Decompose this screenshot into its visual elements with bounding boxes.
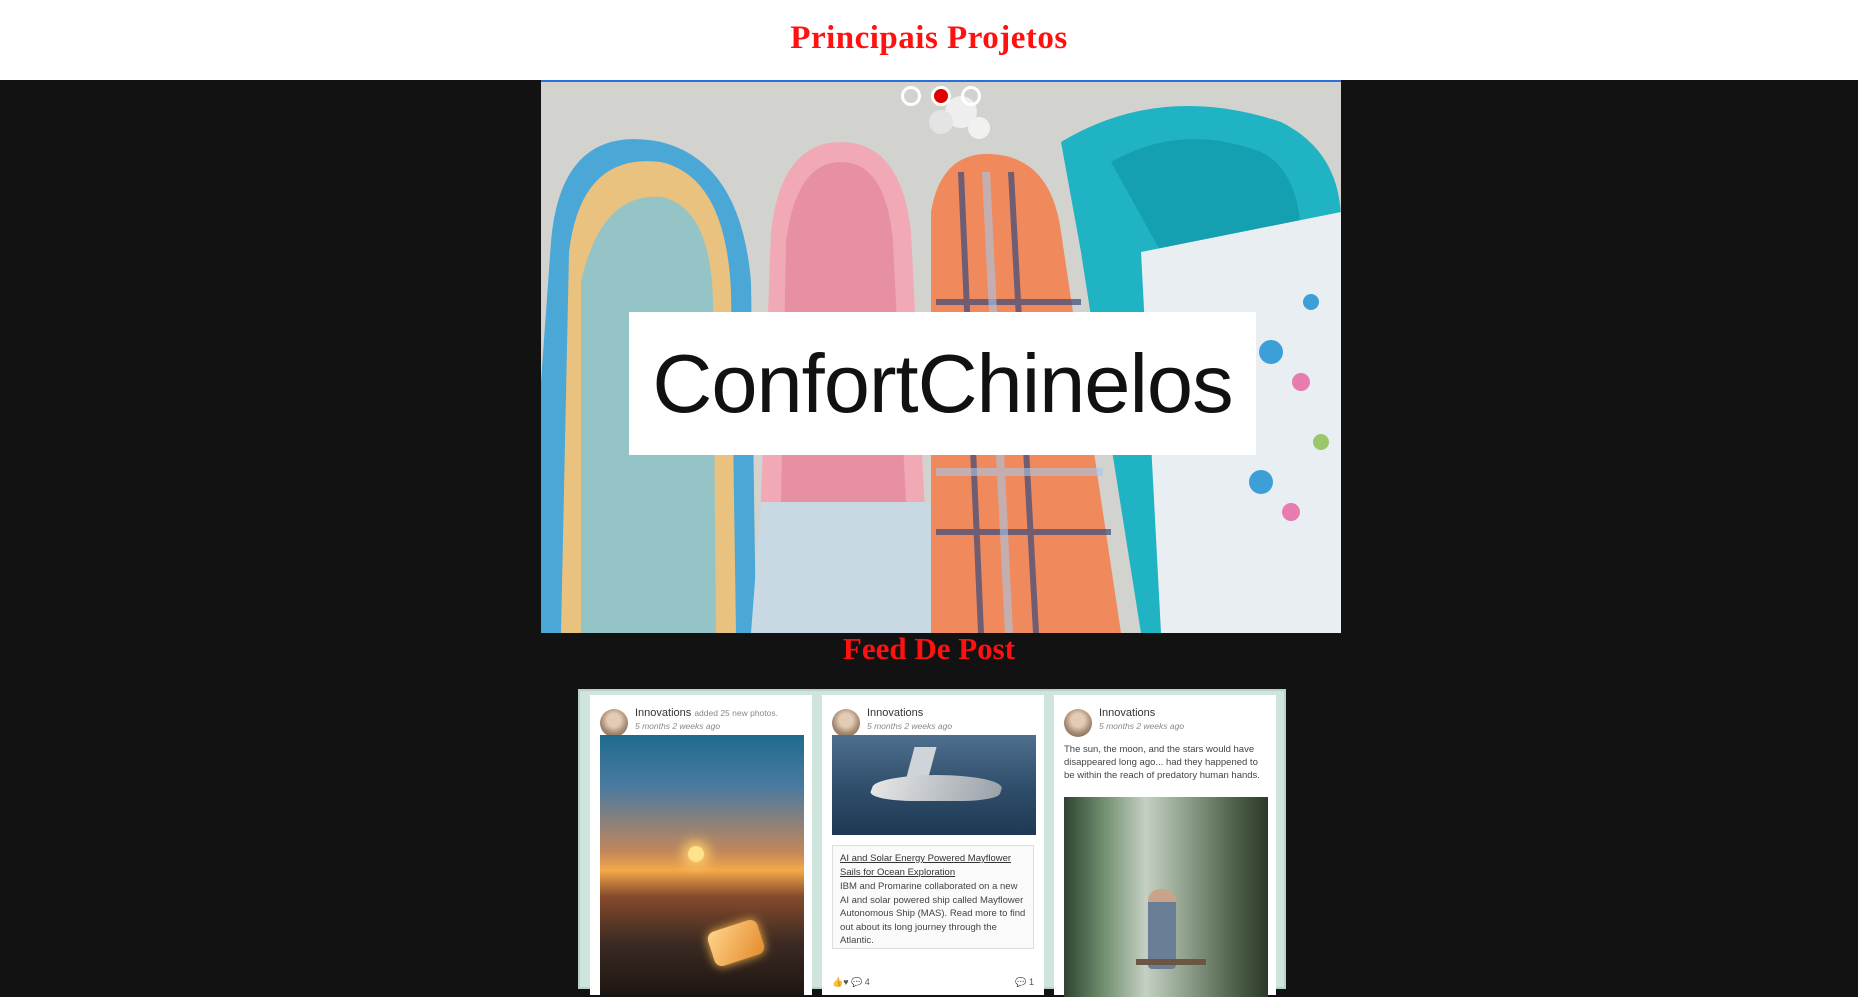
post-author[interactable]: Innovations bbox=[1099, 707, 1155, 719]
avatar bbox=[1064, 709, 1092, 737]
carousel-dot-2[interactable] bbox=[931, 86, 951, 106]
person-shape bbox=[1148, 889, 1176, 969]
carousel-dot-3[interactable] bbox=[961, 86, 981, 106]
brand-label: ConfortChinelos bbox=[629, 312, 1256, 455]
post-image-sunset[interactable] bbox=[600, 735, 804, 995]
carousel-dot-1[interactable] bbox=[901, 86, 921, 106]
link-body: IBM and Promarine collaborated on a new … bbox=[840, 881, 1026, 946]
sun-shape bbox=[688, 846, 704, 862]
link-preview-card[interactable]: AI and Solar Energy Powered Mayflower Sa… bbox=[832, 845, 1034, 949]
brand-text: ConfortChinelos bbox=[652, 336, 1233, 430]
post-author-line: Innovations added 25 new photos. bbox=[635, 707, 778, 719]
post-author[interactable]: Innovations bbox=[635, 707, 691, 719]
post-stats: 👍♥ 💬 4 💬 1 bbox=[832, 977, 1034, 988]
swing-seat bbox=[1136, 959, 1206, 965]
avatar bbox=[600, 709, 628, 737]
post-header: Innovations 5 months 2 weeks ago bbox=[1054, 695, 1276, 743]
boat-hull bbox=[867, 775, 1007, 801]
carousel-indicators bbox=[541, 86, 1341, 106]
post-time: 5 months 2 weeks ago bbox=[1099, 721, 1185, 731]
post-text: The sun, the moon, and the stars would h… bbox=[1064, 744, 1260, 781]
post-time: 5 months 2 weeks ago bbox=[635, 721, 721, 731]
post-action: added 25 new photos. bbox=[694, 708, 778, 718]
page-title: Principais Projetos bbox=[790, 20, 1068, 56]
header-bar: Principais Projetos bbox=[0, 0, 1858, 80]
feed-title: Feed De Post bbox=[842, 631, 1016, 666]
feed-post[interactable]: Innovations 5 months 2 weeks ago AI and … bbox=[822, 695, 1044, 995]
comments-count[interactable]: 💬 1 bbox=[1015, 977, 1034, 988]
feed-post[interactable]: Innovations 5 months 2 weeks ago The sun… bbox=[1054, 695, 1276, 997]
feed-post[interactable]: Innovations added 25 new photos. 5 month… bbox=[590, 695, 812, 995]
post-image-swing[interactable] bbox=[1064, 797, 1268, 997]
post-time: 5 months 2 weeks ago bbox=[867, 721, 953, 731]
post-feed: Innovations added 25 new photos. 5 month… bbox=[578, 689, 1286, 997]
post-author[interactable]: Innovations bbox=[867, 707, 923, 719]
reactions-count[interactable]: 👍♥ 💬 4 bbox=[832, 977, 870, 988]
link-title[interactable]: AI and Solar Energy Powered Mayflower Sa… bbox=[840, 852, 1026, 879]
jar-shape bbox=[705, 917, 767, 969]
avatar bbox=[832, 709, 860, 737]
project-carousel[interactable]: ConfortChinelos bbox=[541, 80, 1341, 633]
post-image-boat[interactable] bbox=[832, 735, 1036, 835]
